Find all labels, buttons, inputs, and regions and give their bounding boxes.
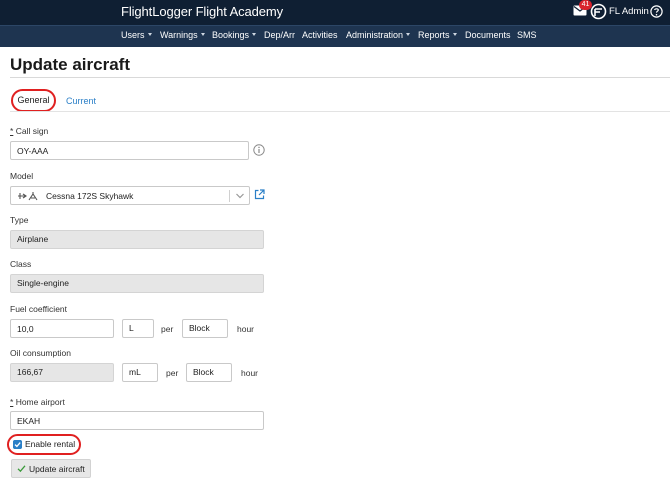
top-bar: FlightLogger Flight Academy 41 FL Admin — [0, 0, 670, 25]
chevron-down-icon — [200, 33, 205, 36]
call-sign-input[interactable] — [10, 141, 249, 160]
update-aircraft-button[interactable]: Update aircraft — [11, 459, 91, 478]
title-divider — [10, 77, 670, 78]
required-mark: * — [10, 126, 14, 136]
airplane-icon — [18, 192, 38, 201]
chevron-down-icon — [147, 33, 152, 36]
chevron-down-icon — [252, 33, 257, 36]
oil-unit-select[interactable]: mL — [122, 363, 158, 382]
check-icon — [17, 465, 26, 473]
brand-title[interactable]: FlightLogger Flight Academy — [121, 4, 283, 19]
class-label: Class — [10, 259, 32, 269]
type-label: Type — [10, 215, 29, 225]
external-link-icon[interactable] — [254, 189, 265, 200]
info-icon[interactable] — [253, 144, 265, 156]
fuel-per-text: per — [161, 324, 174, 334]
nav-item-reports[interactable]: Reports — [418, 30, 457, 40]
type-value: Airplane — [10, 230, 264, 249]
fuel-hour-text: hour — [237, 324, 255, 334]
nav-item-dep-arr[interactable]: Dep/Arr — [264, 30, 295, 40]
model-label: Model — [10, 171, 34, 181]
chevron-down-icon[interactable] — [235, 192, 245, 200]
oil-consumption-value: 166,67 — [10, 363, 114, 382]
flightlogger-logo-icon — [590, 3, 607, 20]
nav-item-warnings[interactable]: Warnings — [160, 30, 205, 40]
nav-item-bookings[interactable]: Bookings — [212, 30, 257, 40]
select-separator — [229, 190, 230, 202]
oil-consumption-label: Oil consumption — [10, 348, 71, 358]
tab-general[interactable]: General — [11, 89, 56, 112]
fuel-coefficient-label: Fuel coefficient — [10, 304, 68, 314]
class-value: Single-engine — [10, 274, 264, 293]
tab-current[interactable]: Current — [66, 96, 96, 106]
model-value: Cessna 172S Skyhawk — [46, 191, 134, 201]
nav-item-administration[interactable]: Administration — [346, 30, 411, 40]
fuel-unit-select[interactable]: L — [122, 319, 154, 338]
user-menu[interactable]: FL Admin — [609, 6, 649, 17]
model-select[interactable]: Cessna 172S Skyhawk — [10, 186, 250, 205]
main-navigation: Users Warnings Bookings Dep/Arr Activiti… — [0, 25, 670, 47]
checkbox-checked-icon[interactable] — [13, 440, 22, 449]
page-title: Update aircraft — [10, 55, 130, 74]
oil-hour-text: hour — [241, 368, 259, 378]
nav-item-users[interactable]: Users — [121, 30, 152, 40]
call-sign-label: * Call sign — [10, 126, 49, 136]
update-aircraft-label: Update aircraft — [29, 464, 85, 474]
chevron-down-icon — [452, 33, 457, 36]
chevron-down-icon — [406, 33, 411, 36]
fuel-basis-select[interactable]: Block — [182, 319, 228, 338]
nav-item-documents[interactable]: Documents — [465, 30, 511, 40]
fuel-coefficient-input[interactable] — [10, 319, 114, 338]
nav-item-activities[interactable]: Activities — [302, 30, 338, 40]
nav-list: Users Warnings Bookings Dep/Arr Activiti… — [0, 26, 670, 48]
nav-item-sms[interactable]: SMS — [517, 30, 537, 40]
home-airport-input[interactable] — [10, 411, 264, 430]
home-airport-label: * Home airport — [10, 397, 65, 407]
required-mark: * — [10, 397, 14, 407]
oil-basis-select[interactable]: Block — [186, 363, 232, 382]
enable-rental-label: Enable rental — [25, 439, 76, 449]
help-icon[interactable] — [650, 5, 663, 18]
tab-divider — [10, 111, 670, 112]
enable-rental-checkbox[interactable]: Enable rental — [7, 434, 81, 455]
oil-per-text: per — [166, 368, 179, 378]
